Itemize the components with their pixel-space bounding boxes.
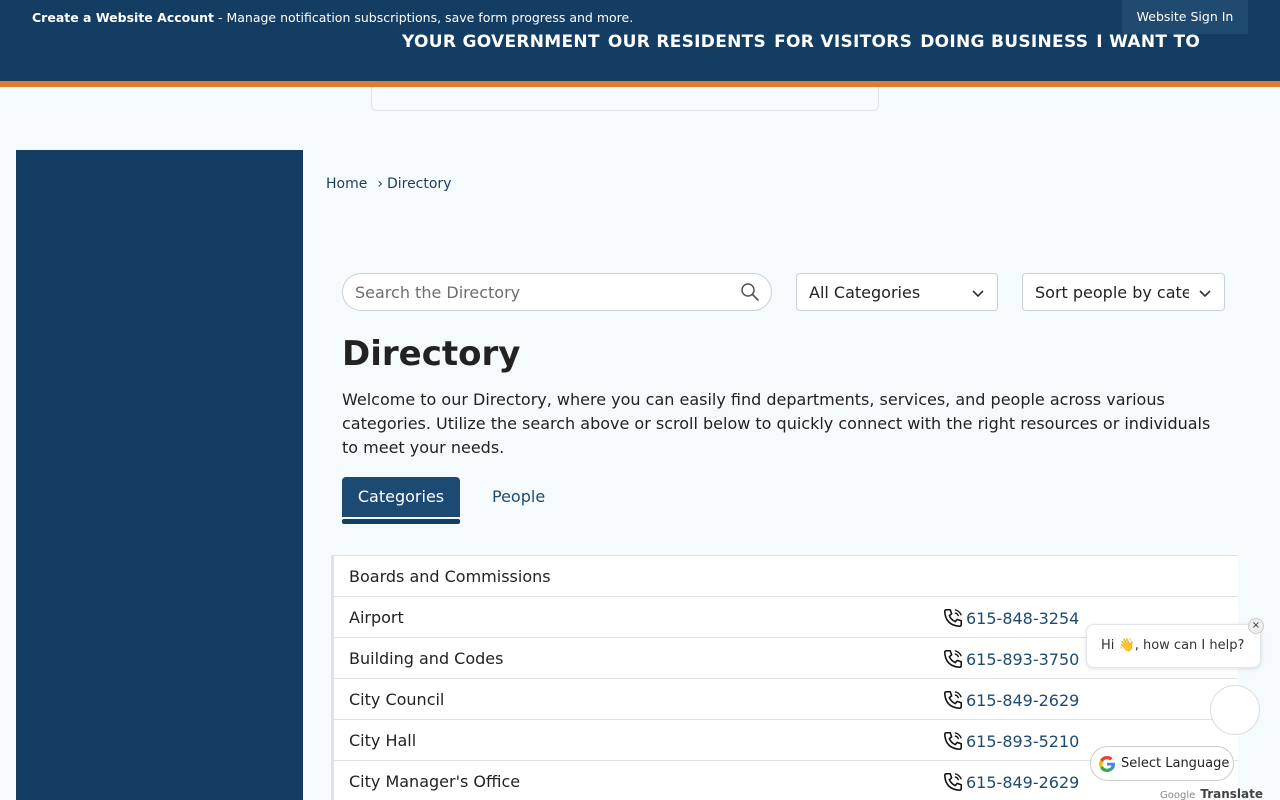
tab-active-indicator [342, 519, 460, 524]
header-search-panel [371, 87, 879, 111]
chat-greeting-bubble[interactable]: Hi 👋, how can I help? [1086, 624, 1261, 668]
category-select-value: All Categories [809, 283, 921, 302]
account-banner-text[interactable]: Create a Website Account - Manage notifi… [32, 10, 633, 25]
phone-number[interactable]: 615-849-2629 [966, 773, 1079, 792]
account-banner: Create a Website Account - Manage notifi… [0, 0, 1280, 36]
phone-link[interactable]: 615-849-2629 [942, 771, 1079, 793]
phone-number[interactable]: 615-893-3750 [966, 650, 1079, 669]
phone-link[interactable]: 615-848-3254 [942, 607, 1079, 629]
category-name[interactable]: Building and Codes [349, 649, 503, 668]
google-g-icon [1098, 756, 1115, 772]
phone-icon [943, 649, 963, 669]
breadcrumb-home-link[interactable]: Home [326, 176, 367, 192]
nav-item-your-government[interactable]: YOUR GOVERNMENT [402, 32, 600, 52]
chevron-down-icon [972, 290, 984, 298]
breadcrumb: Home › Directory [326, 176, 451, 192]
phone-icon [943, 690, 963, 710]
phone-number[interactable]: 615-848-3254 [966, 609, 1079, 628]
category-name[interactable]: City Hall [349, 731, 416, 750]
nav-item-doing-business[interactable]: DOING BUSINESS [920, 32, 1088, 52]
phone-link[interactable]: 615-893-5210 [942, 730, 1079, 752]
sort-people-select[interactable]: Sort people by category [1022, 273, 1225, 311]
list-item[interactable]: City Council 615-849-2629 [334, 679, 1238, 720]
nav-item-for-visitors[interactable]: FOR VISITORS [774, 32, 912, 52]
nav-item-i-want-to[interactable]: I WANT TO [1096, 32, 1200, 52]
page-title: Directory [342, 334, 521, 374]
search-icon[interactable] [740, 282, 760, 302]
phone-icon [943, 731, 963, 751]
phone-icon [943, 608, 963, 628]
phone-number[interactable]: 615-849-2629 [966, 691, 1079, 710]
nav-item-our-residents[interactable]: OUR RESIDENTS [608, 32, 766, 52]
chat-close-button[interactable]: × [1248, 618, 1264, 634]
chat-greeting-text: Hi 👋, how can I help? [1101, 638, 1245, 653]
left-sidebar [16, 150, 303, 800]
directory-search-box [342, 273, 772, 311]
chat-launcher-button[interactable] [1210, 685, 1260, 735]
list-item[interactable]: Boards and Commissions [334, 556, 1238, 597]
tab-people[interactable]: People [492, 487, 545, 506]
breadcrumb-separator: › [377, 176, 383, 192]
phone-icon [943, 772, 963, 792]
tab-categories[interactable]: Categories [342, 477, 460, 517]
select-language-label: Select Language [1121, 756, 1230, 771]
chevron-down-icon [1199, 290, 1211, 298]
website-sign-in-button[interactable]: Website Sign In [1122, 0, 1248, 34]
select-language-dropdown[interactable]: Select Language [1090, 746, 1234, 781]
main-nav: YOUR GOVERNMENT OUR RESIDENTS FOR VISITO… [402, 32, 1200, 52]
google-logo-text: Google [1160, 790, 1196, 800]
powered-by-google-translate[interactable]: Google Translate [1160, 783, 1263, 800]
sort-select-value: Sort people by category [1035, 283, 1189, 302]
phone-link[interactable]: 615-893-3750 [942, 648, 1079, 670]
directory-search-input[interactable] [355, 282, 725, 302]
category-name[interactable]: City Manager's Office [349, 772, 520, 791]
category-name[interactable]: City Council [349, 690, 444, 709]
phone-link[interactable]: 615-849-2629 [942, 689, 1079, 711]
category-name[interactable]: Boards and Commissions [349, 567, 551, 586]
category-select[interactable]: All Categories [796, 273, 998, 311]
translate-text: Translate [1200, 787, 1264, 800]
category-name[interactable]: Airport [349, 608, 404, 627]
directory-intro-text: Welcome to our Directory, where you can … [342, 390, 1211, 457]
breadcrumb-current[interactable]: Directory [387, 176, 452, 192]
phone-number[interactable]: 615-893-5210 [966, 732, 1079, 751]
account-banner-description: - Manage notification subscriptions, sav… [214, 10, 634, 25]
create-account-link[interactable]: Create a Website Account [32, 10, 214, 25]
